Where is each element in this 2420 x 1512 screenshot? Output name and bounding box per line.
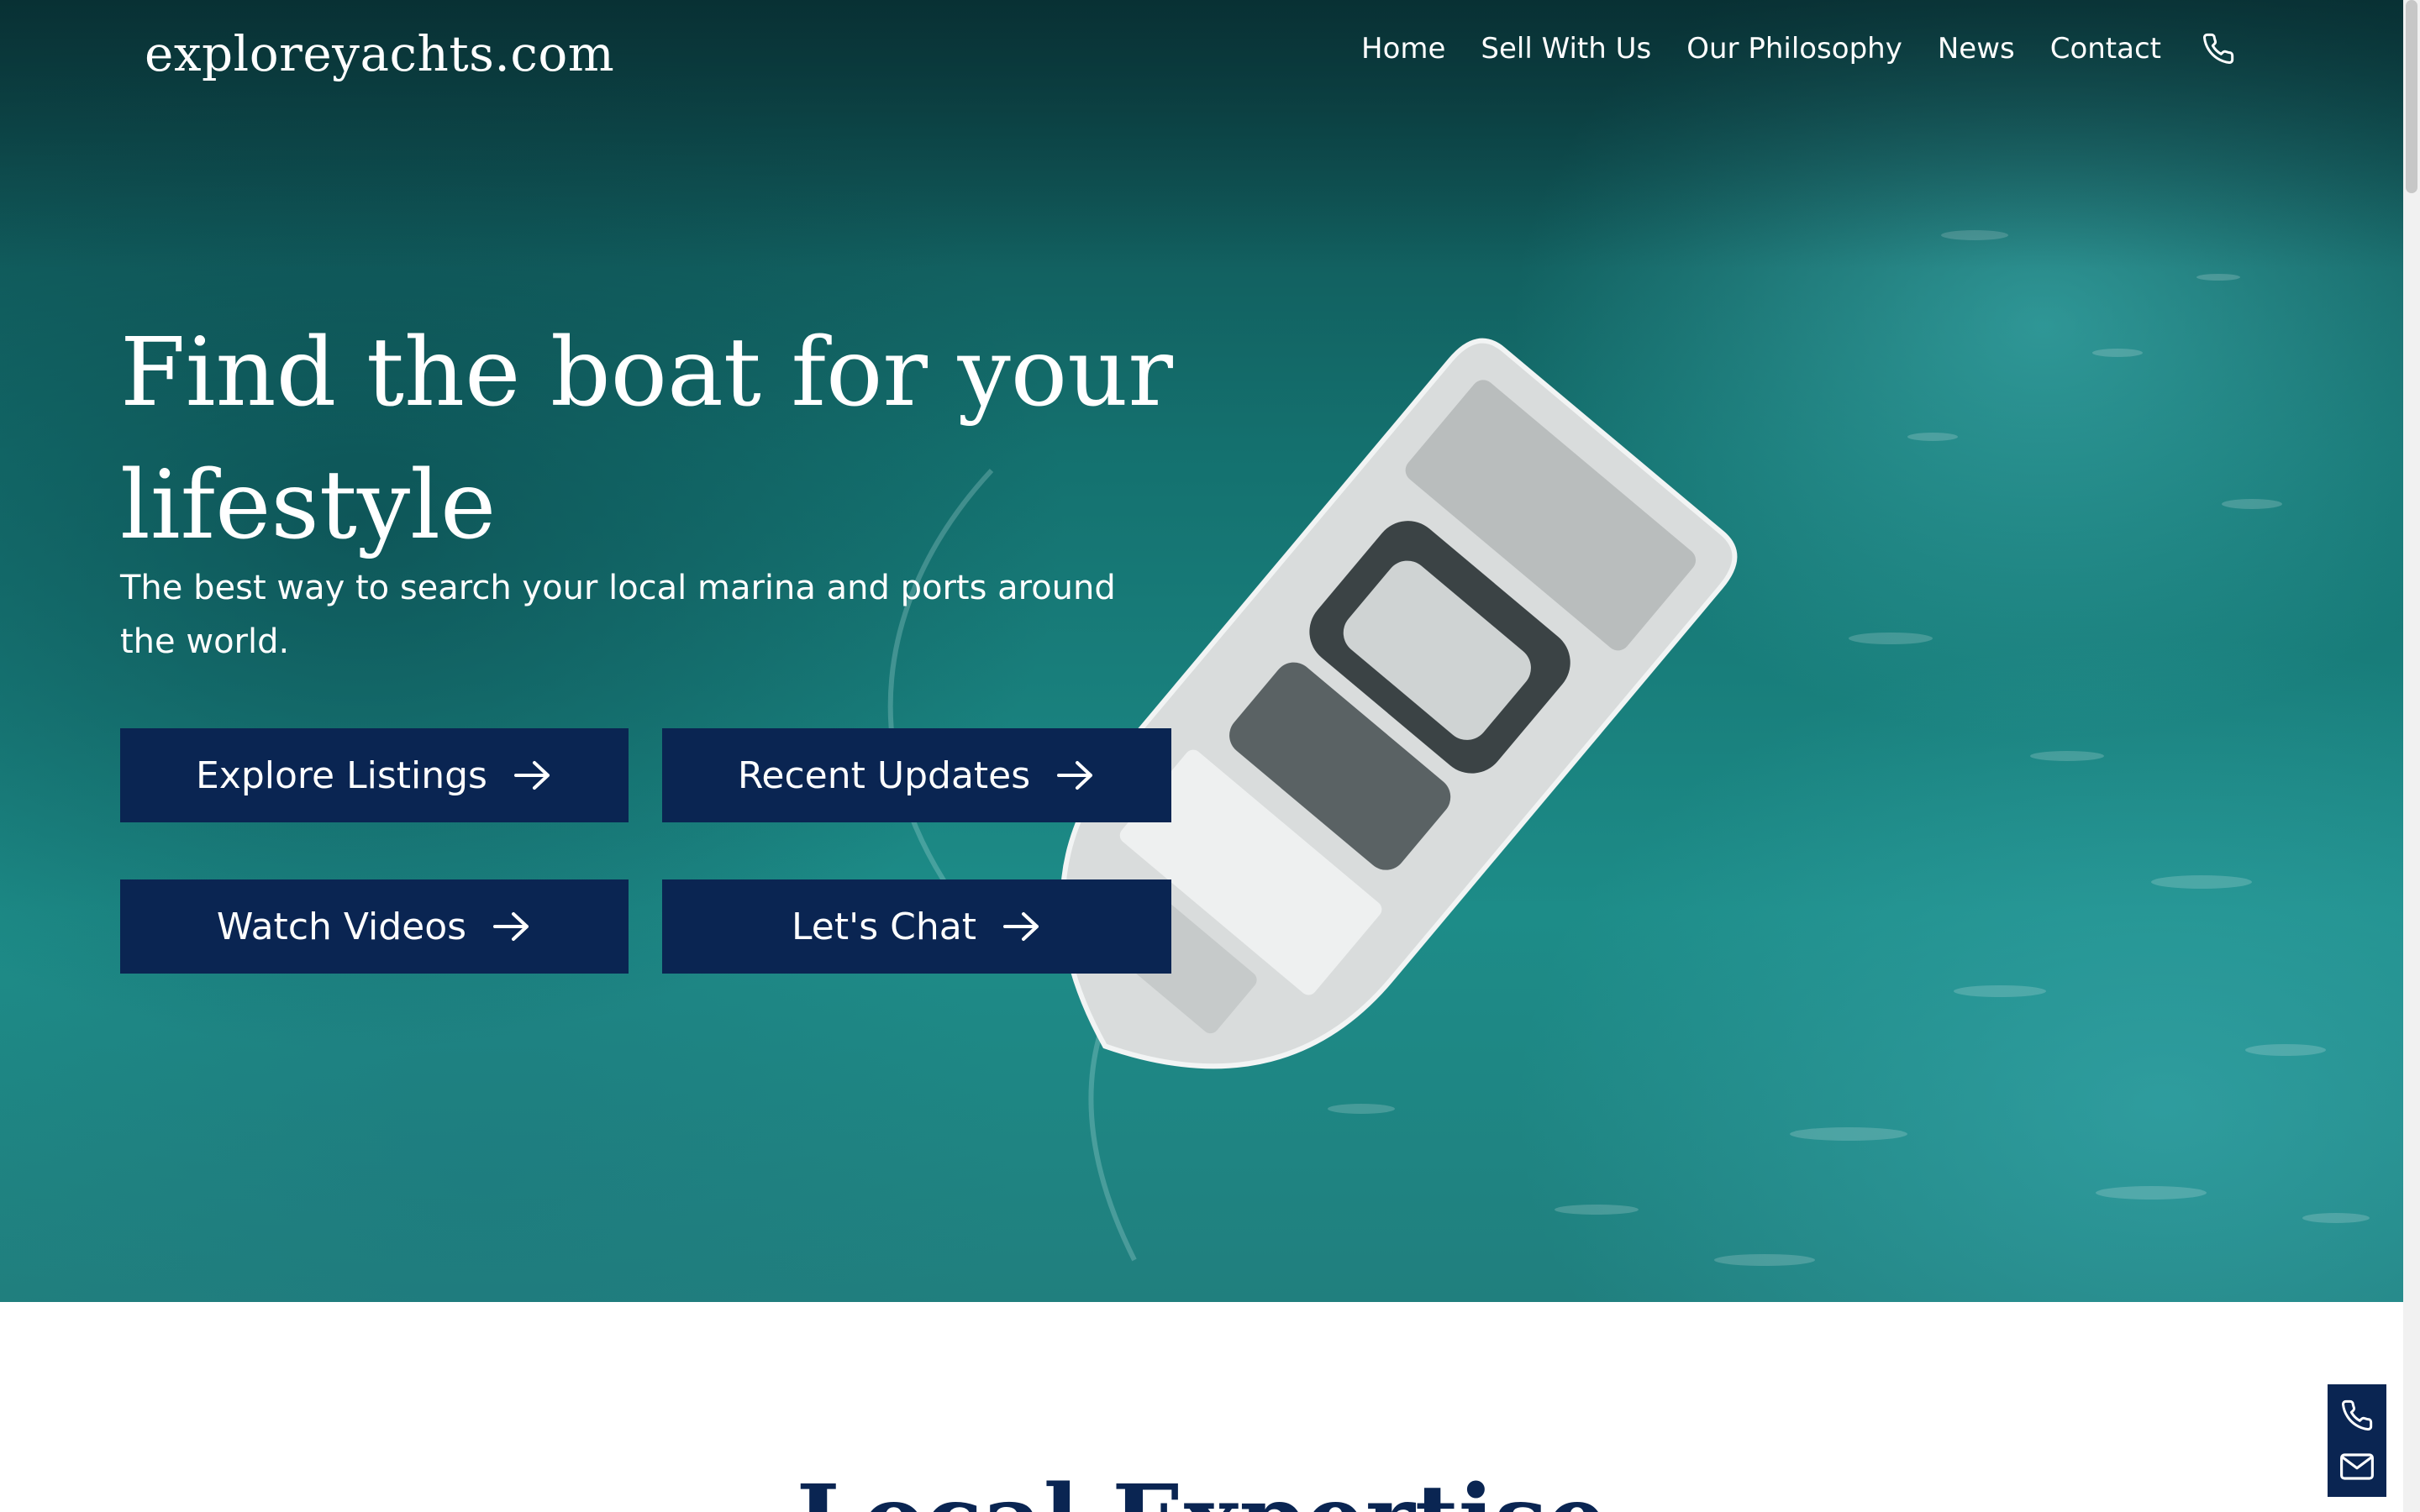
watch-videos-button[interactable]: Watch Videos (120, 879, 629, 974)
recent-updates-button[interactable]: Recent Updates (662, 728, 1171, 822)
nav-news[interactable]: News (1938, 32, 2015, 66)
nav-contact[interactable]: Contact (2050, 32, 2161, 66)
phone-icon (2342, 1399, 2373, 1431)
lets-chat-button[interactable]: Let's Chat (662, 879, 1171, 974)
phone-icon[interactable] (2202, 32, 2235, 66)
arrow-right-icon (1057, 761, 1093, 790)
button-label: Let's Chat (792, 905, 976, 948)
nav-sell-with-us[interactable]: Sell With Us (1481, 32, 1651, 66)
page: exploreyachts.com Home Sell With Us Our … (0, 0, 2420, 1512)
nav-home[interactable]: Home (1361, 32, 1445, 66)
arrow-right-icon (1002, 912, 1039, 941)
main-nav: Home Sell With Us Our Philosophy News Co… (1326, 32, 2235, 66)
floating-email-button[interactable] (2328, 1441, 2386, 1492)
hero-subheadline: The best way to search your local marina… (120, 569, 1116, 661)
site-logo[interactable]: exploreyachts.com (145, 25, 614, 82)
arrow-right-icon (513, 761, 550, 790)
floating-phone-button[interactable] (2328, 1389, 2386, 1441)
floating-contact (2328, 1384, 2386, 1497)
button-label: Explore Listings (196, 753, 487, 797)
button-label: Watch Videos (216, 905, 467, 948)
page-scrollbar[interactable] (2403, 0, 2420, 1512)
hero-headline: Find the boat for your lifestyle (120, 318, 1173, 560)
button-label: Recent Updates (737, 753, 1031, 797)
nav-our-philosophy[interactable]: Our Philosophy (1686, 32, 1902, 66)
section-title: Local Expertise (0, 1462, 2403, 1512)
hero-section: exploreyachts.com Home Sell With Us Our … (0, 0, 2403, 1302)
envelope-icon (2340, 1452, 2374, 1480)
explore-listings-button[interactable]: Explore Listings (120, 728, 629, 822)
arrow-right-icon (493, 912, 529, 941)
scrollbar-thumb[interactable] (2406, 0, 2417, 193)
